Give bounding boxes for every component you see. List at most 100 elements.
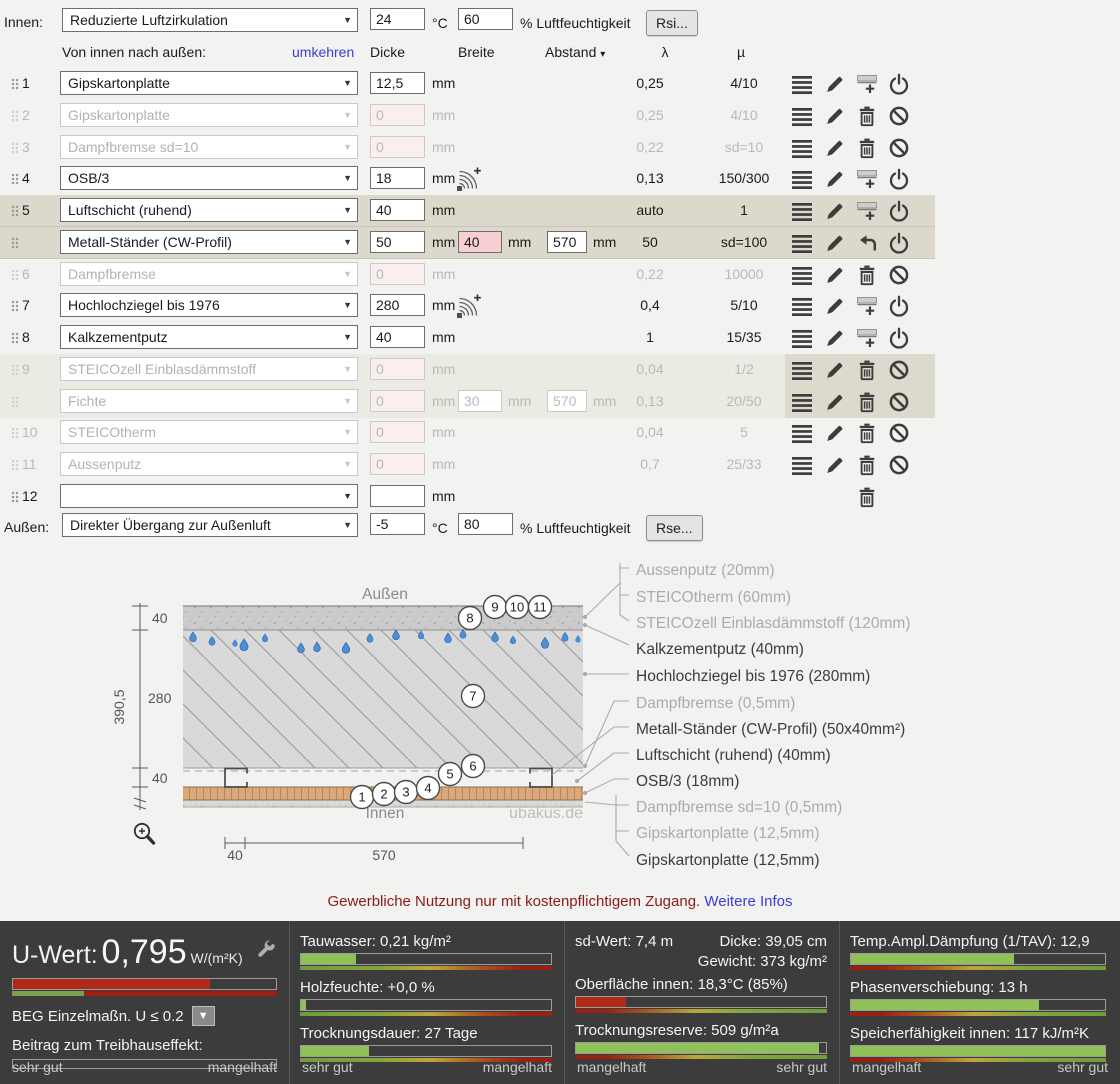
inside-surface-select[interactable]: Reduzierte Luftzirkulation ▼ [62, 8, 358, 32]
power-toggle-icon[interactable] [888, 327, 910, 349]
insert-layer-icon[interactable] [856, 168, 878, 190]
insert-layer-icon[interactable] [856, 327, 878, 349]
layer-marker-9[interactable]: 9 [484, 596, 507, 619]
wrench-icon[interactable] [255, 939, 277, 961]
drag-handle-icon[interactable] [11, 332, 19, 344]
layer-marker-10[interactable]: 10 [506, 596, 529, 619]
material-select[interactable]: STEICOtherm▼ [60, 420, 358, 444]
material-select[interactable]: Kalkzementputz▼ [60, 325, 358, 349]
breite-input[interactable] [458, 390, 502, 412]
dicke-input[interactable] [370, 294, 425, 316]
disabled-ban-icon[interactable] [888, 359, 910, 381]
material-select[interactable]: Hochlochziegel bis 1976▼ [60, 293, 358, 317]
rse-button[interactable]: Rse... [646, 515, 703, 541]
outside-temp-input[interactable] [370, 513, 425, 535]
drag-handle-icon[interactable] [11, 300, 19, 312]
dicke-input[interactable] [370, 263, 425, 285]
zoom-magnifier-icon[interactable] [135, 824, 154, 843]
menu-icon[interactable] [791, 232, 813, 254]
drag-handle-icon[interactable] [11, 396, 19, 408]
inside-humidity-input[interactable] [458, 8, 513, 30]
drag-handle-icon[interactable] [11, 491, 19, 503]
dicke-input[interactable] [370, 421, 425, 443]
edit-pencil-icon[interactable] [824, 137, 846, 159]
layer-marker-5[interactable]: 5 [439, 763, 462, 786]
dicke-input[interactable] [370, 453, 425, 475]
menu-icon[interactable] [791, 327, 813, 349]
delete-trash-icon[interactable] [856, 105, 878, 127]
dicke-input[interactable] [370, 390, 425, 412]
edit-pencil-icon[interactable] [824, 232, 846, 254]
dicke-input[interactable] [370, 72, 425, 94]
layer-marker-1[interactable]: 1 [351, 786, 374, 809]
edit-pencil-icon[interactable] [824, 200, 846, 222]
material-select[interactable]: Fichte▼ [60, 389, 358, 413]
delete-trash-icon[interactable] [856, 422, 878, 444]
edit-pencil-icon[interactable] [824, 391, 846, 413]
edit-pencil-icon[interactable] [824, 73, 846, 95]
insert-layer-icon[interactable] [856, 295, 878, 317]
drag-handle-icon[interactable] [11, 269, 19, 281]
disabled-ban-icon[interactable] [888, 105, 910, 127]
edit-pencil-icon[interactable] [824, 105, 846, 127]
breite-input[interactable] [458, 231, 502, 253]
outside-humidity-input[interactable] [458, 513, 513, 535]
dicke-input[interactable] [370, 167, 425, 189]
drag-handle-icon[interactable] [11, 110, 19, 122]
weitere-infos-link[interactable]: Weitere Infos [704, 893, 792, 910]
layer-marker-7[interactable]: 7 [462, 685, 485, 708]
power-toggle-icon[interactable] [888, 168, 910, 190]
menu-icon[interactable] [791, 391, 813, 413]
drag-handle-icon[interactable] [11, 364, 19, 376]
edit-pencil-icon[interactable] [824, 264, 846, 286]
menu-icon[interactable] [791, 454, 813, 476]
drag-handle-icon[interactable] [11, 205, 19, 217]
inside-temp-input[interactable] [370, 8, 425, 30]
outside-surface-select[interactable]: Direkter Übergang zur Außenluft ▼ [62, 513, 358, 537]
menu-icon[interactable] [791, 73, 813, 95]
layer-marker-2[interactable]: 2 [373, 783, 396, 806]
layer-marker-11[interactable]: 11 [529, 596, 552, 619]
dicke-input[interactable] [370, 231, 425, 253]
disabled-ban-icon[interactable] [888, 391, 910, 413]
drag-handle-icon[interactable] [11, 237, 19, 249]
power-toggle-icon[interactable] [888, 232, 910, 254]
menu-icon[interactable] [791, 359, 813, 381]
disabled-ban-icon[interactable] [888, 137, 910, 159]
layer-marker-8[interactable]: 8 [459, 607, 482, 630]
disabled-ban-icon[interactable] [888, 454, 910, 476]
abstand-input[interactable] [547, 390, 587, 412]
edit-pencil-icon[interactable] [824, 327, 846, 349]
abstand-input[interactable] [547, 231, 587, 253]
material-select[interactable]: ▼ [60, 484, 358, 508]
delete-trash-icon[interactable] [856, 359, 878, 381]
material-select[interactable]: Dampfbremse▼ [60, 262, 358, 286]
edit-pencil-icon[interactable] [824, 454, 846, 476]
power-toggle-icon[interactable] [888, 295, 910, 317]
menu-icon[interactable] [791, 264, 813, 286]
sound-insulation-icon[interactable] [455, 293, 482, 320]
drag-handle-icon[interactable] [11, 427, 19, 439]
beg-dropdown-button[interactable]: ▼ [192, 1006, 215, 1026]
layer-marker-6[interactable]: 6 [462, 755, 485, 778]
insert-layer-icon[interactable] [856, 200, 878, 222]
sound-insulation-icon[interactable] [455, 166, 482, 193]
material-select[interactable]: Gipskartonplatte▼ [60, 71, 358, 95]
disabled-ban-icon[interactable] [888, 422, 910, 444]
menu-icon[interactable] [791, 422, 813, 444]
dicke-input[interactable] [370, 104, 425, 126]
disabled-ban-icon[interactable] [888, 264, 910, 286]
dicke-input[interactable] [370, 358, 425, 380]
abstand-header[interactable]: Abstand ▾ [545, 44, 605, 60]
drag-handle-icon[interactable] [11, 142, 19, 154]
reset-undo-icon[interactable] [856, 232, 878, 254]
dicke-input[interactable] [370, 199, 425, 221]
drag-handle-icon[interactable] [11, 173, 19, 185]
delete-trash-icon[interactable] [856, 486, 878, 508]
drag-handle-icon[interactable] [11, 78, 19, 90]
dicke-input[interactable] [370, 485, 425, 507]
dicke-input[interactable] [370, 326, 425, 348]
menu-icon[interactable] [791, 105, 813, 127]
insert-layer-icon[interactable] [856, 73, 878, 95]
power-toggle-icon[interactable] [888, 200, 910, 222]
